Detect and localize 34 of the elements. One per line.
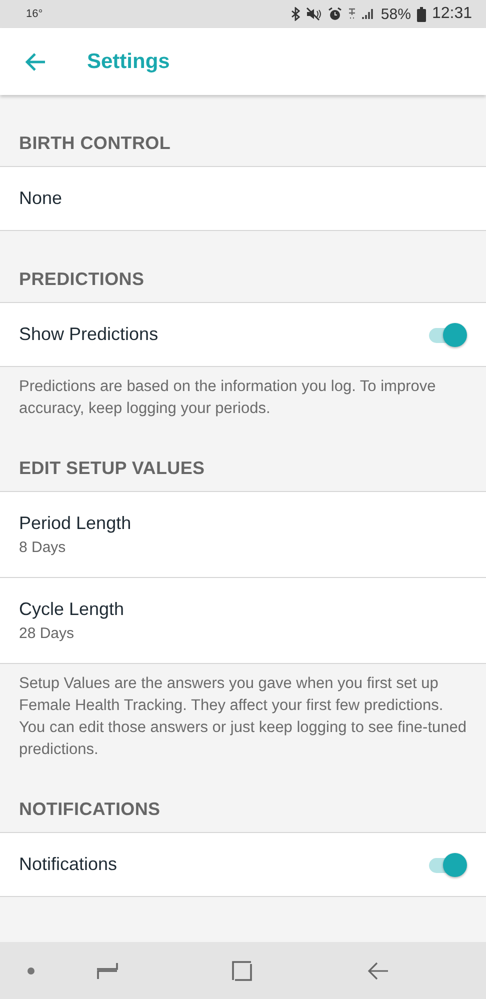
setting-label: Period Length [19, 513, 132, 534]
section-header: PREDICTIONS [18, 268, 146, 291]
data-icon [348, 8, 356, 20]
recents-button[interactable] [96, 962, 118, 980]
section-header: BIRTH CONTROL [18, 132, 172, 155]
setting-value: 28 Days [19, 625, 76, 642]
signal-icon [362, 8, 375, 20]
setting-label: None [19, 188, 64, 209]
setting-label: Show Predictions [19, 324, 160, 345]
setting-value: 8 Days [19, 539, 67, 556]
dot-icon [27, 966, 35, 974]
settings-row[interactable]: None [0, 167, 486, 230]
description-text: Setup Values are the answers you gave when you first set up Female Health Tracking. They affect your first few predictions. You can edit those answers or just keep logging to see fine-tuned predictions. [18, 674, 468, 760]
alarm-icon [328, 7, 342, 21]
section-header: NOTIFICATIONS [18, 798, 162, 821]
section-header: EDIT SETUP VALUES [18, 457, 206, 480]
home-button[interactable] [232, 960, 252, 980]
bluetooth-icon [290, 7, 300, 21]
settings-row[interactable]: Show Predictions [0, 303, 486, 366]
back-button[interactable] [368, 962, 388, 980]
page-title: Settings [87, 50, 170, 74]
settings-row[interactable]: Notifications [0, 833, 486, 896]
settings-row[interactable]: Cycle Length 28 Days [0, 577, 486, 663]
description-text: Predictions are based on the information you log. To improve accuracy, keep logging your periods. [18, 377, 437, 419]
toggle-switch[interactable] [429, 852, 467, 876]
temperature: 16° [26, 8, 44, 20]
mute-icon [306, 7, 322, 21]
settings-row[interactable]: Period Length 8 Days [0, 492, 486, 577]
battery-icon [416, 6, 426, 22]
setting-label: Cycle Length [19, 599, 126, 620]
setting-label: Notifications [19, 854, 118, 875]
battery-percentage: 58% [380, 6, 411, 22]
clock: 12:31 [432, 5, 472, 23]
toggle-switch[interactable] [429, 322, 467, 346]
